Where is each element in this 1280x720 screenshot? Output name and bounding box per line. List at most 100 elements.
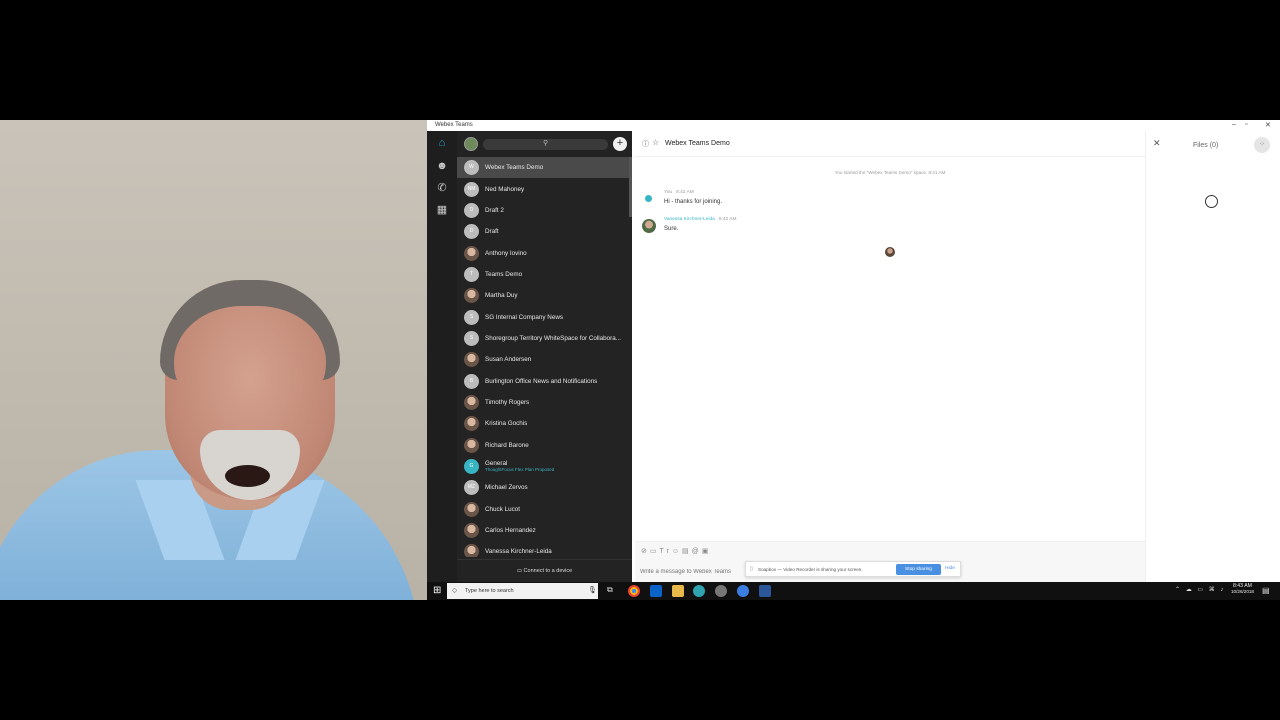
grid-icon[interactable]: ⁘ [1254, 137, 1270, 153]
mention-icon[interactable]: @ [692, 548, 702, 555]
hide-link[interactable]: Hide [945, 566, 955, 571]
space-start-notice: You started the "Webex Teams Demo" space… [834, 170, 946, 175]
webcam-feed [0, 120, 427, 600]
attach-icon[interactable]: ⊘ [641, 548, 650, 555]
minimize-icon[interactable]: – [1232, 121, 1236, 128]
spaces-list-panel: ⚲ + W Webex Teams Demo NM Ned Mahoney D Draft… [457, 131, 632, 582]
space-list-item[interactable]: S SG Internal Company News [457, 306, 632, 327]
space-name: Anthony Iovino [485, 249, 527, 257]
space-list-item[interactable]: Martha Duy [457, 285, 632, 306]
message-text: Hi - thanks for joining. [664, 199, 723, 205]
window-close-icon[interactable]: ✕ [1265, 121, 1271, 129]
message-text: Sure. [664, 226, 679, 232]
space-name: Chuck Lucot [485, 505, 521, 513]
space-list-item[interactable]: S Shoregroup Territory WhiteSpace for Col… [457, 328, 632, 349]
avatar[interactable] [464, 137, 478, 151]
space-list-item[interactable]: NM Ned Mahoney [457, 178, 632, 199]
word-icon[interactable] [759, 585, 771, 597]
space-list-item[interactable]: Kristina Gochis [457, 413, 632, 434]
avatar [464, 523, 479, 539]
avatar [464, 501, 479, 517]
space-list-item[interactable]: Carlos Hernandez [457, 520, 632, 541]
space-list-item[interactable]: T Teams Demo [457, 264, 632, 285]
stop-sharing-button[interactable]: Stop sharing [896, 564, 941, 575]
screen-icon[interactable]: ▭ [650, 548, 660, 555]
taskbar-search[interactable]: ○ Type here to search 🎙 [447, 583, 598, 599]
space-list-item[interactable]: D Draft 2 [457, 200, 632, 221]
space-name: Michael Zervos [485, 484, 528, 492]
space-list-item[interactable]: Susan Andersen [457, 349, 632, 370]
calendar-icon[interactable]: ▦ [434, 203, 450, 217]
space-name: Susan Andersen [485, 356, 532, 364]
space-list-scrollbar[interactable] [629, 157, 632, 217]
add-space-button[interactable]: + [613, 137, 627, 151]
space-list-item[interactable]: W Webex Teams Demo [457, 157, 632, 179]
page-title: Webex Teams Demo [665, 140, 730, 147]
clock[interactable]: 8:43 AM 10/26/2018 [1231, 583, 1254, 594]
connect-label: Connect to a device [523, 568, 573, 574]
window-title: Webex Teams [435, 122, 473, 128]
chrome-icon[interactable] [628, 585, 640, 597]
task-view-icon[interactable]: ⧉ [607, 585, 613, 595]
files-title: Files (0) [1193, 142, 1219, 149]
space-name: Shoregroup Territory WhiteSpace for Coll… [485, 334, 622, 342]
taskbar: ⊞ ○ Type here to search 🎙 ⧉ ⌃ ☁ ▭ ⌘ ♪ 8:… [427, 582, 1280, 600]
read-receipt-avatar [885, 247, 895, 257]
app-icon[interactable] [715, 585, 727, 597]
spaces-header: ⚲ + [457, 131, 632, 156]
avatar [464, 245, 479, 261]
home-icon[interactable]: ⌂ [434, 136, 450, 150]
space-name: Draft [485, 228, 499, 236]
space-list: W Webex Teams Demo NM Ned Mahoney D Draft 2 DD… [457, 157, 632, 557]
share-text: Soapbox — Video Recorder is sharing your… [758, 567, 863, 572]
space-list-item[interactable]: Anthony Iovino [457, 242, 632, 263]
whiteboard-icon[interactable]: ▣ [702, 548, 712, 555]
maximize-icon[interactable]: ▫ [1245, 121, 1247, 128]
space-name: Vanessa Kirchner-Leida [485, 548, 552, 556]
conversation-header: ⓘ ☆ Webex Teams Demo [635, 131, 1145, 157]
share-icon: ▯ [750, 566, 753, 572]
connect-to-device-button[interactable]: ▭ Connect to a device [457, 559, 632, 582]
avatar [464, 394, 479, 410]
info-icon[interactable]: ⓘ [642, 139, 649, 149]
space-list-item[interactable]: Timothy Rogers [457, 392, 632, 413]
close-icon[interactable]: ✕ [1153, 138, 1161, 149]
system-tray[interactable]: ⌃ ☁ ▭ ⌘ ♪ [1175, 586, 1225, 593]
nav-rail: ⌂ ☻ ✆ ▦ [427, 131, 457, 582]
space-list-item[interactable]: Richard Barone [457, 434, 632, 455]
star-icon[interactable]: ☆ [652, 138, 659, 147]
gif-icon[interactable]: ▤ [682, 548, 692, 555]
avatar: MZ [464, 480, 479, 496]
notification-icon[interactable]: ▤ [1262, 586, 1270, 595]
avatar [464, 544, 479, 557]
space-list-item[interactable]: G General ThoughtFocus Flex Plan Proposed [457, 456, 632, 477]
space-name: Martha Duy [485, 292, 518, 300]
space-name: Timothy Rogers [485, 398, 530, 406]
avatar [642, 192, 656, 206]
title-bar: Webex Teams – ▫ ✕ [427, 120, 1280, 131]
outlook-icon[interactable] [650, 585, 662, 597]
file-explorer-icon[interactable] [672, 585, 684, 597]
phone-icon[interactable]: ✆ [434, 181, 450, 195]
space-list-item[interactable]: D Draft [457, 221, 632, 242]
avatar [642, 219, 656, 233]
webex-icon[interactable] [693, 585, 705, 597]
app-icon[interactable] [737, 585, 749, 597]
avatar [464, 416, 479, 432]
avatar: D [464, 224, 479, 240]
composer-toolbar: ⊘▭Tr☺▤@▣ [641, 547, 711, 555]
space-name: Carlos Hernandez [485, 527, 536, 535]
emoji-icon[interactable]: ☺ [672, 548, 682, 555]
teams-icon[interactable]: ☻ [434, 159, 450, 173]
space-list-item[interactable]: Vanessa Kirchner-Leida [457, 541, 632, 557]
format-icon[interactable]: Tr [660, 548, 672, 555]
search-icon: ○ [452, 585, 458, 595]
avatar: T [464, 266, 479, 282]
microphone-icon[interactable]: 🎙 [588, 586, 597, 594]
space-name: Teams Demo [485, 270, 523, 278]
space-list-item[interactable]: Chuck Lucot [457, 499, 632, 520]
space-list-item[interactable]: B Burlington Office News and Notification… [457, 370, 632, 391]
screen: Webex Teams – ▫ ✕ ⌂ ☻ ✆ ▦ ⚲ + W Webex Tea… [0, 0, 1280, 720]
space-list-item[interactable]: MZ Michael Zervos [457, 477, 632, 498]
windows-start-icon[interactable]: ⊞ [433, 585, 441, 596]
